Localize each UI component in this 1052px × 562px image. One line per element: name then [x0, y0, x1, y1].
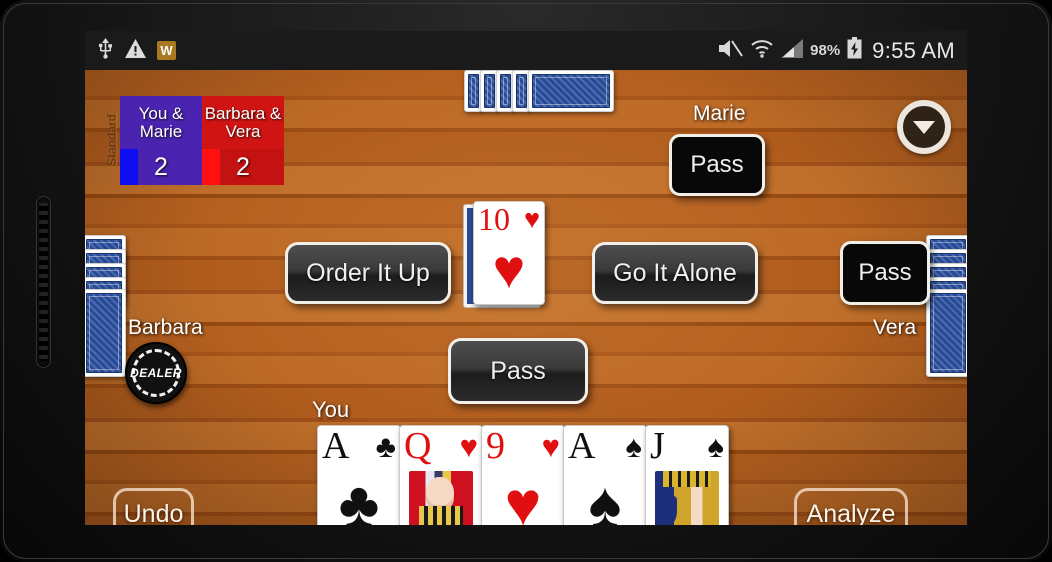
hand-card-3-pip: ♠ [588, 470, 622, 526]
hand-card-1-rank: Q [404, 425, 432, 467]
pass-indicator-marie: Pass [669, 134, 765, 196]
player-name-you: You [312, 397, 350, 422]
speaker-grille [36, 196, 51, 368]
signal-icon [781, 38, 804, 63]
hand-card-3-suit: ♠ [625, 428, 642, 464]
game-table: Standard You &Marie 2 Barbara &Vera 2 [85, 70, 967, 525]
dealer-chip: DEALER [125, 342, 187, 404]
analyze-label: Analyze [806, 499, 896, 526]
hand-vera [926, 235, 967, 377]
turnup-card[interactable]: 10 ♥ ♥ [473, 201, 545, 305]
turnup-card-rank: 10 [478, 201, 510, 237]
hand-card-2-suit: ♥ [541, 428, 560, 464]
team-us-name-line2: Marie [139, 121, 183, 141]
player-name-barbara: Barbara [128, 316, 203, 339]
hand-card-2-corner: 9 ♥ [486, 427, 560, 465]
hand-card-3-corner: A ♠ [568, 427, 642, 465]
team-us-name-line1: You & [138, 103, 184, 123]
pass-button[interactable]: Pass [448, 338, 588, 404]
player-name-marie: Marie [693, 102, 746, 125]
hand-card-2[interactable]: 9 ♥ ♥ [481, 425, 565, 525]
card-back [926, 289, 967, 377]
scoreboard-team-us: You & Marie 2 [120, 96, 202, 185]
pass-indicator-vera-label: Pass [858, 259, 912, 286]
hand-card-2-rank: 9 [486, 425, 505, 467]
wifi-icon [750, 38, 774, 63]
turnup-card-pip: ♥ [492, 238, 526, 300]
undo-button[interactable]: Undo [113, 488, 194, 525]
turnup-card-suit: ♥ [523, 203, 540, 234]
pass-indicator-vera: Pass [840, 241, 930, 305]
order-it-up-label: Order It Up [306, 258, 430, 287]
go-it-alone-label: Go It Alone [613, 258, 737, 287]
hand-card-3-rank: A [568, 425, 596, 467]
turnup-card-corner: 10 ♥ [478, 203, 540, 235]
hand-you: A ♣ ♣ Q ♥ 9 ♥ ♥ A ♠ ♠ J ♠ [317, 425, 729, 525]
phone-screen: W 98% 9:55 AM Standard You & Marie 2 Bar… [85, 31, 967, 525]
hand-card-1-suit: ♥ [459, 428, 478, 464]
go-it-alone-button[interactable]: Go It Alone [592, 242, 758, 304]
android-status-bar: W 98% 9:55 AM [85, 31, 967, 70]
team-them-name-line1: Barbara & [204, 103, 282, 123]
pass-indicator-marie-label: Pass [690, 151, 744, 178]
chevron-down-circle-icon[interactable] [897, 100, 951, 154]
team-them-name-line2: Vera [225, 121, 261, 141]
hand-card-4[interactable]: J ♠ [645, 425, 729, 525]
usb-icon [97, 37, 114, 64]
order-it-up-button[interactable]: Order It Up [285, 242, 451, 304]
team-them-score: 2 [202, 149, 284, 185]
battery-charging-icon [847, 37, 862, 64]
card-back [528, 70, 614, 112]
battery-percent: 98% [810, 42, 841, 59]
card-back [85, 289, 126, 377]
w-badge-icon: W [157, 41, 176, 60]
hand-card-0-corner: A ♣ [322, 427, 396, 465]
scoreboard[interactable]: Standard You & Marie 2 Barbara & Vera 2 [103, 96, 284, 185]
mute-icon [718, 38, 743, 64]
hand-card-0[interactable]: A ♣ ♣ [317, 425, 401, 525]
turnup-card-area: 10 ♥ ♥ [463, 201, 545, 308]
hand-card-0-rank: A [322, 425, 350, 467]
device-frame: W 98% 9:55 AM Standard You & Marie 2 Bar… [0, 0, 1052, 562]
team-them-name: Barbara & Vera [202, 96, 284, 149]
status-left-icons: W [97, 37, 176, 64]
hand-card-1[interactable]: Q ♥ [399, 425, 483, 525]
hand-barbara [85, 235, 126, 377]
player-name-vera: Vera [873, 316, 917, 339]
team-us-name: You & Marie [120, 96, 202, 149]
hand-card-1-court-art [409, 471, 473, 525]
pass-button-label: Pass [490, 356, 546, 385]
hand-card-4-court-art [655, 471, 719, 525]
hand-card-1-corner: Q ♥ [404, 427, 478, 465]
game-mode-tab[interactable]: Standard [103, 96, 120, 185]
hand-card-4-suit: ♠ [707, 428, 724, 464]
clock-time: 9:55 AM [872, 37, 955, 63]
hand-card-2-pip: ♥ [504, 470, 542, 526]
status-right-icons: 98% 9:55 AM [718, 37, 955, 64]
chevron-down-glyph [913, 120, 935, 134]
dealer-chip-label: DEALER [130, 366, 182, 380]
hand-card-0-pip: ♣ [338, 470, 380, 526]
scoreboard-team-them: Barbara & Vera 2 [202, 96, 284, 185]
game-mode-label: Standard [104, 114, 119, 167]
hand-card-4-corner: J ♠ [650, 427, 724, 465]
hand-marie [464, 70, 614, 112]
hand-card-3[interactable]: A ♠ ♠ [563, 425, 647, 525]
hand-card-4-rank: J [650, 425, 665, 467]
analyze-button[interactable]: Analyze [794, 488, 908, 525]
undo-label: Undo [123, 499, 184, 526]
warning-icon [125, 38, 146, 63]
team-us-score: 2 [120, 149, 202, 185]
hand-card-0-suit: ♣ [375, 428, 396, 464]
